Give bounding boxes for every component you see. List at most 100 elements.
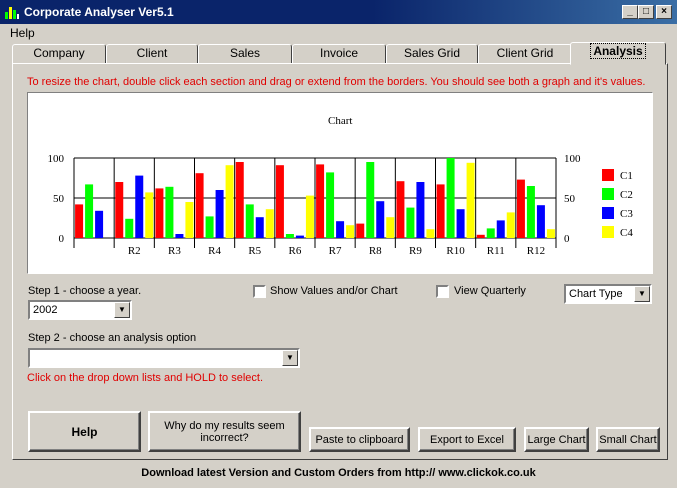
legend-swatch xyxy=(602,207,614,219)
bar-c3 xyxy=(215,190,224,238)
view-quarterly-checkbox[interactable] xyxy=(436,285,449,298)
bar-c4 xyxy=(426,229,435,238)
x-tick-label: R2 xyxy=(128,245,141,257)
app-bar-chart-icon xyxy=(5,7,19,19)
bar-c4 xyxy=(386,217,395,238)
bar-c1 xyxy=(356,223,365,238)
x-tick-label: R10 xyxy=(446,245,465,257)
why-incorrect-button[interactable]: Why do my results seem incorrect? xyxy=(148,411,301,452)
bar-c2 xyxy=(205,216,214,238)
bar-c3 xyxy=(255,217,264,238)
x-tick-label: R8 xyxy=(369,245,382,257)
maximize-button[interactable]: □ xyxy=(638,5,654,19)
x-tick-label: R5 xyxy=(248,245,261,257)
y-tick-label-left: 100 xyxy=(48,153,65,165)
show-values-checkbox[interactable] xyxy=(253,285,266,298)
bar-c2 xyxy=(165,186,174,238)
tab-analysis[interactable]: Analysis xyxy=(570,42,666,65)
tab-strip: Company Client Sales Invoice Sales Grid … xyxy=(10,42,668,65)
legend-swatch xyxy=(602,226,614,238)
bar-c1 xyxy=(235,162,244,238)
tab-sales[interactable]: Sales xyxy=(198,44,292,64)
export-to-excel-button[interactable]: Export to Excel xyxy=(418,427,516,452)
small-chart-button[interactable]: Small Chart xyxy=(596,427,660,452)
x-tick-label: R7 xyxy=(329,245,342,257)
tab-label: Client Grid xyxy=(496,46,554,60)
bar-c3 xyxy=(416,182,425,238)
legend-swatch xyxy=(602,188,614,200)
year-value: 2002 xyxy=(33,304,58,316)
chart-type-value: Chart Type xyxy=(569,288,623,300)
bar-c2 xyxy=(366,162,375,238)
bar-c4 xyxy=(305,195,314,238)
dropdown-arrow-icon[interactable]: ▼ xyxy=(114,302,130,318)
chart-type-select[interactable]: Chart Type ▼ xyxy=(564,284,652,304)
legend-label: C4 xyxy=(620,227,633,239)
title-bar: Corporate Analyser Ver5.1 _ □ × xyxy=(0,0,677,24)
bar-c1 xyxy=(275,165,284,238)
tab-label: Sales xyxy=(229,46,261,60)
x-tick-label: R12 xyxy=(527,245,545,257)
analysis-option-select[interactable]: ▼ xyxy=(28,348,300,368)
x-tick-label: R4 xyxy=(208,245,221,257)
bar-c3 xyxy=(295,235,304,238)
bar-c3 xyxy=(175,234,184,238)
bar-c3 xyxy=(135,175,144,238)
tab-client[interactable]: Client xyxy=(106,44,198,64)
bar-c1 xyxy=(115,182,124,238)
menu-help[interactable]: Help xyxy=(10,26,35,40)
bar-c1 xyxy=(75,204,84,238)
bar-c2 xyxy=(245,204,254,238)
chart-area[interactable]: Chart 0 0 50 50 100 100 R2 R3 R4 R5 R6 R7 R8 R9 R10 R11… xyxy=(27,92,653,274)
legend-label: C2 xyxy=(620,189,633,201)
y-tick-label-right: 50 xyxy=(564,193,576,205)
menu-bar: Help xyxy=(0,24,677,42)
tab-label: Client xyxy=(136,46,168,60)
bar-c3 xyxy=(336,221,345,238)
bar-c4 xyxy=(546,229,555,238)
y-tick-label-right: 100 xyxy=(564,153,581,165)
dropdown-arrow-icon[interactable]: ▼ xyxy=(282,350,298,366)
bar-c4 xyxy=(185,202,194,238)
tab-label: Company xyxy=(33,46,85,60)
bar-c4 xyxy=(145,192,154,238)
legend-label: C1 xyxy=(620,170,633,182)
tab-label: Analysis xyxy=(590,43,646,59)
bar-c2 xyxy=(285,234,294,238)
year-select[interactable]: 2002 ▼ xyxy=(28,300,132,320)
bar-c4 xyxy=(466,162,475,238)
step2-label: Step 2 - choose an analysis option xyxy=(28,332,197,344)
bar-c1 xyxy=(516,179,525,238)
tab-company[interactable]: Company xyxy=(12,44,106,64)
bar-c1 xyxy=(476,234,485,238)
bar-c1 xyxy=(195,173,204,238)
bar-c4 xyxy=(506,212,515,238)
step1-label: Step 1 - choose a year. xyxy=(28,285,142,297)
bar-c1 xyxy=(155,188,164,238)
x-tick-label: R3 xyxy=(168,245,181,257)
dropdown-hint: Click on the drop down lists and HOLD to… xyxy=(27,372,264,384)
bar-c3 xyxy=(376,201,385,238)
minimize-button[interactable]: _ xyxy=(622,5,638,19)
dropdown-arrow-icon[interactable]: ▼ xyxy=(634,286,650,302)
paste-to-clipboard-button[interactable]: Paste to clipboard xyxy=(309,427,410,452)
bar-c4 xyxy=(346,225,355,238)
footer-download-link[interactable]: Download latest Version and Custom Order… xyxy=(0,467,677,479)
tab-sales-grid[interactable]: Sales Grid xyxy=(386,44,478,64)
y-tick-label-left: 50 xyxy=(53,193,65,205)
bar-c3 xyxy=(496,220,505,238)
close-button[interactable]: × xyxy=(656,5,672,19)
bar-c1 xyxy=(396,181,405,238)
legend-swatch xyxy=(602,169,614,181)
tab-client-grid[interactable]: Client Grid xyxy=(478,44,572,64)
tab-invoice[interactable]: Invoice xyxy=(292,44,386,64)
bar-c2 xyxy=(526,186,535,238)
large-chart-button[interactable]: Large Chart xyxy=(524,427,589,452)
x-tick-label: R11 xyxy=(487,245,505,257)
x-tick-label: R6 xyxy=(288,245,301,257)
bar-chart: 0 0 50 50 100 100 R2 R3 R4 R5 R6 R7 R8 R9 R10 R11 R12 C1 C… xyxy=(48,153,634,257)
x-tick-label: R9 xyxy=(409,245,422,257)
help-button[interactable]: Help xyxy=(28,411,141,452)
window-title: Corporate Analyser Ver5.1 xyxy=(24,5,174,19)
view-quarterly-label: View Quarterly xyxy=(454,285,526,297)
